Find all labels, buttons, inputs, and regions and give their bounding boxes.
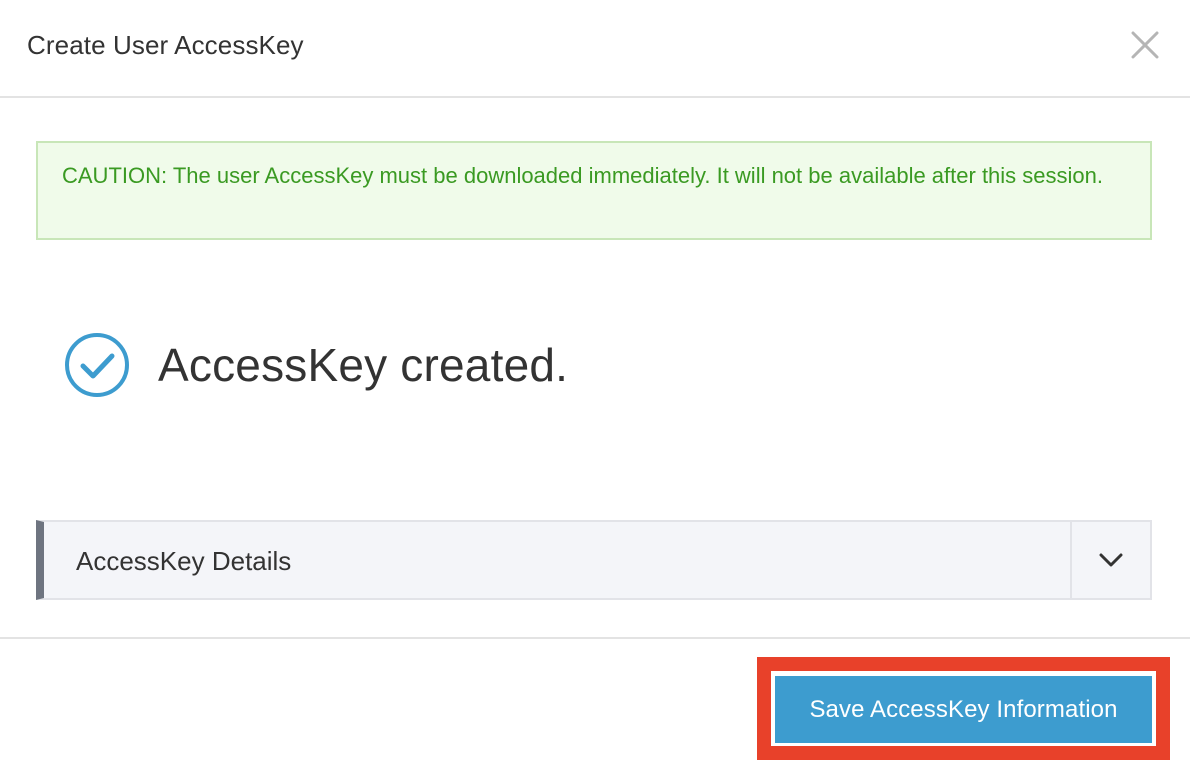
accesskey-details-label: AccessKey Details [76,546,292,576]
details-toggle-button[interactable] [1070,522,1150,598]
close-button[interactable] [1128,28,1162,62]
footer-divider [0,637,1190,639]
check-circle-icon [65,333,129,397]
create-accesskey-dialog: Create User AccessKey CAUTION: The user … [0,0,1190,776]
success-text: AccessKey created. [158,339,569,391]
dialog-header: Create User AccessKey [0,0,1190,98]
dialog-title: Create User AccessKey [27,30,304,60]
save-accesskey-button[interactable]: Save AccessKey Information [775,676,1152,743]
caution-alert: CAUTION: The user AccessKey must be down… [36,141,1152,240]
close-icon [1131,31,1159,59]
accesskey-details-panel[interactable]: AccessKey Details [36,520,1152,600]
success-message: AccessKey created. [64,330,568,400]
chevron-down-icon [1099,553,1123,567]
